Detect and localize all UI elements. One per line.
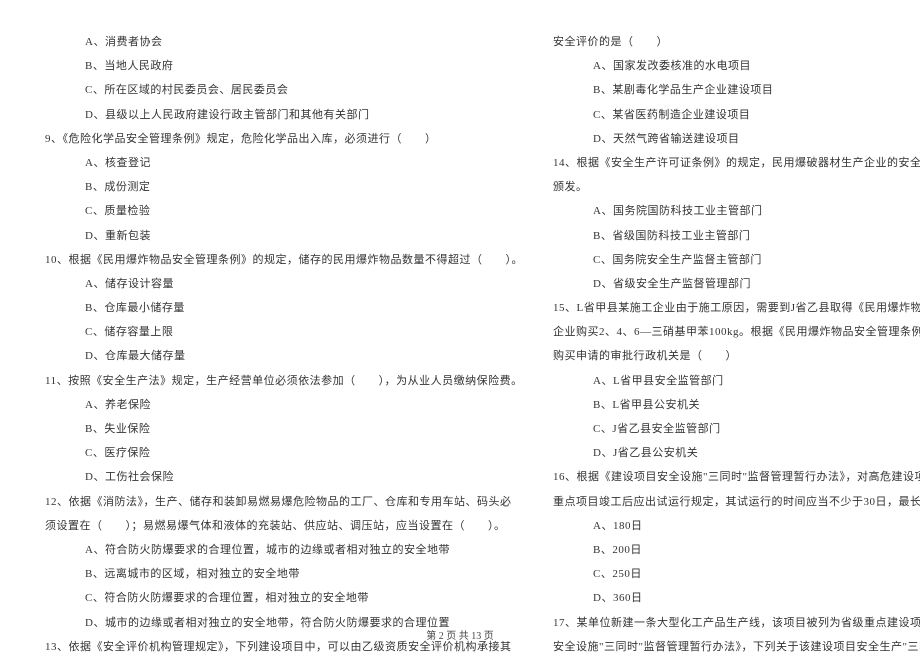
text-line: 企业购买2、4、6—三硝基甲苯100kg。根据《民用爆炸物品安全管理条例》，该施…: [553, 320, 920, 344]
text-line: 12、依据《消防法》，生产、储存和装卸易燃易爆危险物品的工厂、仓库和专用车站、码…: [45, 490, 523, 514]
text-line: C、医疗保险: [45, 441, 523, 465]
text-line: C、符合防火防爆要求的合理位置，相对独立的安全地带: [45, 586, 523, 610]
text-line: B、某剧毒化学品生产企业建设项目: [553, 78, 920, 102]
text-line: C、某省医药制造企业建设项目: [553, 103, 920, 127]
text-line: C、质量检验: [45, 199, 523, 223]
text-line: D、360日: [553, 586, 920, 610]
text-line: 10、根据《民用爆炸物品安全管理条例》的规定，储存的民用爆炸物品数量不得超过（ …: [45, 248, 523, 272]
text-line: A、消费者协会: [45, 30, 523, 54]
text-line: B、仓库最小储存量: [45, 296, 523, 320]
text-line: D、J省乙县公安机关: [553, 441, 920, 465]
text-line: A、养老保险: [45, 393, 523, 417]
text-line: B、L省甲县公安机关: [553, 393, 920, 417]
page-content: A、消费者协会B、当地人民政府C、所在区域的村民委员会、居民委员会D、县级以上人…: [0, 0, 920, 620]
text-line: D、工伤社会保险: [45, 465, 523, 489]
text-line: 16、根据《建设项目安全设施"三同时"监督管理暂行办法》，对高危建设项目和国家、…: [553, 465, 920, 489]
text-line: 15、L省甲县某施工企业由于施工原因，需要到J省乙县取得《民用爆炸物品销售许可证…: [553, 296, 920, 320]
text-line: 颁发。: [553, 175, 920, 199]
text-line: B、当地人民政府: [45, 54, 523, 78]
text-line: D、省级安全生产监督管理部门: [553, 272, 920, 296]
text-line: A、国务院国防科技工业主管部门: [553, 199, 920, 223]
left-column: A、消费者协会B、当地人民政府C、所在区域的村民委员会、居民委员会D、县级以上人…: [45, 30, 523, 600]
text-line: B、失业保险: [45, 417, 523, 441]
text-line: 安全评价的是（ ）: [553, 30, 920, 54]
text-line: C、所在区域的村民委员会、居民委员会: [45, 78, 523, 102]
text-line: B、200日: [553, 538, 920, 562]
text-line: D、重新包装: [45, 224, 523, 248]
text-line: C、国务院安全生产监督主管部门: [553, 248, 920, 272]
text-line: C、250日: [553, 562, 920, 586]
text-line: C、储存容量上限: [45, 320, 523, 344]
text-line: 14、根据《安全生产许可证条例》的规定，民用爆破器材生产企业的安全生产许可证由（…: [553, 151, 920, 175]
text-line: B、省级国防科技工业主管部门: [553, 224, 920, 248]
text-line: B、远离城市的区域，相对独立的安全地带: [45, 562, 523, 586]
text-line: A、储存设计容量: [45, 272, 523, 296]
page-footer: 第 2 页 共 13 页: [0, 627, 920, 642]
text-line: 购买申请的审批行政机关是（ ）: [553, 344, 920, 368]
text-line: A、L省甲县安全监管部门: [553, 369, 920, 393]
text-line: A、符合防火防爆要求的合理位置，城市的边缘或者相对独立的安全地带: [45, 538, 523, 562]
text-line: 9、《危险化学品安全管理条例》规定，危险化学品出入库，必须进行（ ）: [45, 127, 523, 151]
text-line: A、国家发改委核准的水电项目: [553, 54, 920, 78]
text-line: A、核查登记: [45, 151, 523, 175]
text-line: D、县级以上人民政府建设行政主管部门和其他有关部门: [45, 103, 523, 127]
text-line: C、J省乙县安全监管部门: [553, 417, 920, 441]
text-line: D、仓库最大储存量: [45, 344, 523, 368]
text-line: B、成份测定: [45, 175, 523, 199]
text-line: 11、按照《安全生产法》规定，生产经营单位必须依法参加（ ），为从业人员缴纳保险…: [45, 369, 523, 393]
text-line: 须设置在（ ）；易燃易爆气体和液体的充装站、供应站、调压站，应当设置在（ ）。: [45, 514, 523, 538]
right-column: 安全评价的是（ ）A、国家发改委核准的水电项目B、某剧毒化学品生产企业建设项目C…: [553, 30, 920, 600]
text-line: D、天然气跨省输送建设项目: [553, 127, 920, 151]
text-line: 重点项目竣工后应出试运行规定，其试运行的时间应当不少于30日，最长不超过（ ）: [553, 490, 920, 514]
text-line: A、180日: [553, 514, 920, 538]
